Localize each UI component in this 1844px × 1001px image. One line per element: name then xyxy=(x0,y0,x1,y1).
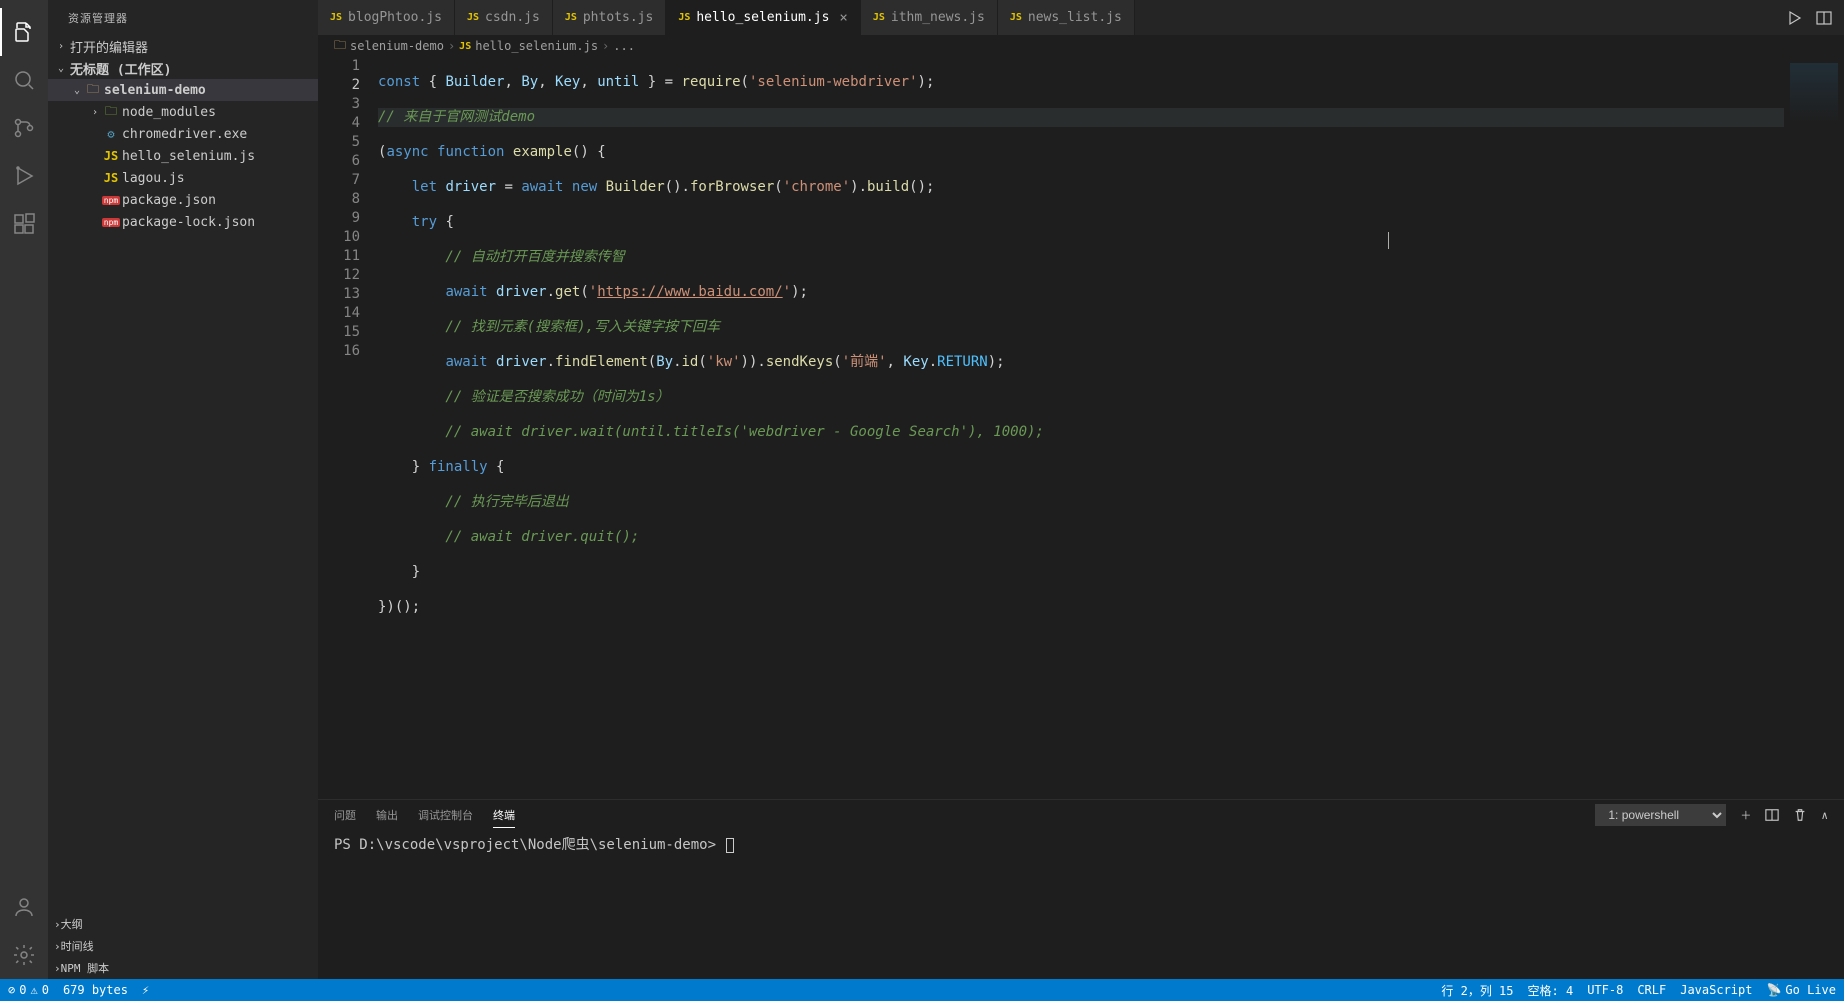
js-icon: JS xyxy=(873,12,885,23)
tab-news-list[interactable]: JSnews_list.js xyxy=(998,0,1135,35)
js-icon: JS xyxy=(459,41,471,52)
close-icon[interactable]: × xyxy=(839,10,847,26)
terminal-content[interactable]: PS D:\vscode\vsproject\Node爬虫\selenium-d… xyxy=(318,830,1844,979)
tab-ithm-news[interactable]: JSithm_news.js xyxy=(861,0,998,35)
chevron-right-icon: › xyxy=(54,41,68,52)
file-hello-selenium[interactable]: JS hello_selenium.js xyxy=(48,145,318,167)
line-numbers: 12345678910111213141516 xyxy=(318,57,378,799)
tab-phtots[interactable]: JSphtots.js xyxy=(553,0,667,35)
status-bar: ⊘0 ⚠0 679 bytes ⚡ 行 2，列 15 空格: 4 UTF-8 C… xyxy=(0,979,1844,1001)
warning-icon: ⚠ xyxy=(30,983,37,997)
panel-tab-debug[interactable]: 调试控制台 xyxy=(418,803,473,827)
open-editors-section[interactable]: › 打开的编辑器 xyxy=(48,35,318,57)
chevron-right-icon: › xyxy=(54,918,61,931)
chevron-right-icon: › xyxy=(54,940,61,953)
folder-node-modules[interactable]: › 🗀 node_modules xyxy=(48,101,318,123)
npm-icon: npm xyxy=(102,196,120,205)
settings-icon[interactable] xyxy=(0,931,48,979)
status-port-icon[interactable]: ⚡ xyxy=(142,983,149,997)
chevron-down-icon: ⌄ xyxy=(54,63,68,74)
account-icon[interactable] xyxy=(0,883,48,931)
file-package-json[interactable]: npm package.json xyxy=(48,189,318,211)
status-errors[interactable]: ⊘0 ⚠0 xyxy=(8,983,49,997)
split-terminal-icon[interactable] xyxy=(1765,808,1779,822)
outline-section[interactable]: › 大纲 xyxy=(48,913,318,935)
npm-scripts-section[interactable]: › NPM 脚本 xyxy=(48,957,318,979)
split-editor-icon[interactable] xyxy=(1816,10,1832,26)
new-terminal-icon[interactable]: ＋ xyxy=(1740,807,1751,823)
js-icon: JS xyxy=(678,12,690,23)
js-icon: JS xyxy=(102,149,120,163)
editor-area: JSblogPhtoo.js JScsdn.js JSphtots.js JSh… xyxy=(318,0,1844,979)
js-icon: JS xyxy=(467,12,479,23)
status-indent[interactable]: 空格: 4 xyxy=(1528,982,1574,999)
workspace-section[interactable]: ⌄ 无标题 (工作区) xyxy=(48,57,318,79)
panel-tab-output[interactable]: 输出 xyxy=(376,803,398,827)
editor-tabs: JSblogPhtoo.js JScsdn.js JSphtots.js JSh… xyxy=(318,0,1844,35)
js-icon: JS xyxy=(565,12,577,23)
panel-tab-terminal[interactable]: 终端 xyxy=(493,803,515,828)
status-line-col[interactable]: 行 2，列 15 xyxy=(1441,982,1513,999)
trash-icon[interactable] xyxy=(1793,808,1807,822)
source-control-icon[interactable] xyxy=(0,104,48,152)
file-chromedriver[interactable]: ⚙ chromedriver.exe xyxy=(48,123,318,145)
folder-icon: 🗀 xyxy=(102,102,120,123)
debug-icon[interactable] xyxy=(0,152,48,200)
folder-icon: 🗀 xyxy=(334,36,346,57)
search-icon[interactable] xyxy=(0,56,48,104)
text-cursor xyxy=(1388,232,1389,249)
chevron-right-icon: › xyxy=(88,107,102,118)
broadcast-icon: 📡 xyxy=(1766,983,1781,997)
js-icon: JS xyxy=(102,171,120,185)
js-icon: JS xyxy=(330,12,342,23)
folder-selenium-demo[interactable]: ⌄ 🗀 selenium-demo xyxy=(48,79,318,101)
sidebar-title: 资源管理器 xyxy=(48,0,318,35)
terminal-cursor xyxy=(726,838,734,853)
breadcrumbs[interactable]: 🗀 selenium-demo › JS hello_selenium.js ›… xyxy=(318,35,1844,57)
chevron-down-icon: ⌄ xyxy=(70,85,84,96)
chevron-right-icon: › xyxy=(602,39,609,53)
terminal-selector[interactable]: 1: powershell xyxy=(1595,804,1726,826)
extensions-icon[interactable] xyxy=(0,200,48,248)
file-lagou[interactable]: JS lagou.js xyxy=(48,167,318,189)
minimap[interactable] xyxy=(1784,57,1844,799)
panel-tab-problems[interactable]: 问题 xyxy=(334,803,356,827)
status-language[interactable]: JavaScript xyxy=(1680,983,1752,997)
timeline-section[interactable]: › 时间线 xyxy=(48,935,318,957)
chevron-right-icon: › xyxy=(54,962,61,975)
tab-hello-selenium[interactable]: JShello_selenium.js× xyxy=(666,0,861,35)
status-eol[interactable]: CRLF xyxy=(1637,983,1666,997)
explorer-icon[interactable] xyxy=(0,8,48,56)
status-golive[interactable]: 📡Go Live xyxy=(1766,983,1836,997)
error-icon: ⊘ xyxy=(8,983,15,997)
bottom-panel: 问题 输出 调试控制台 终端 1: powershell ＋ ∧ PS D:\v… xyxy=(318,799,1844,979)
code-editor[interactable]: 12345678910111213141516 const { Builder,… xyxy=(318,57,1844,799)
activity-bar xyxy=(0,0,48,979)
npm-icon: npm xyxy=(102,218,120,227)
status-bytes[interactable]: 679 bytes xyxy=(63,983,128,997)
status-encoding[interactable]: UTF-8 xyxy=(1587,983,1623,997)
maximize-panel-icon[interactable]: ∧ xyxy=(1821,809,1828,822)
tab-csdn[interactable]: JScsdn.js xyxy=(455,0,553,35)
exe-icon: ⚙ xyxy=(102,127,120,141)
tab-blogphtoo[interactable]: JSblogPhtoo.js xyxy=(318,0,455,35)
run-icon[interactable] xyxy=(1786,10,1802,26)
folder-icon: 🗀 xyxy=(84,80,102,101)
explorer-sidebar: 资源管理器 › 打开的编辑器 ⌄ 无标题 (工作区) ⌄ 🗀 selenium-… xyxy=(48,0,318,979)
chevron-right-icon: › xyxy=(448,39,455,53)
code-content[interactable]: const { Builder, By, Key, until } = requ… xyxy=(378,57,1784,799)
file-package-lock[interactable]: npm package-lock.json xyxy=(48,211,318,233)
js-icon: JS xyxy=(1010,12,1022,23)
